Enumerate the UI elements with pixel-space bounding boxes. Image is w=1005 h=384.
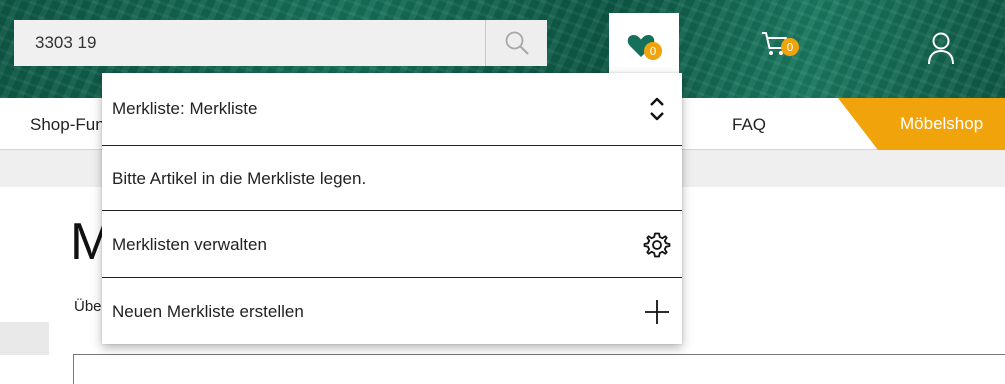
search-bar [14,20,547,66]
nav-item-shop-fun[interactable]: Shop-Fun [30,115,105,135]
wishlist-selector[interactable]: Merkliste: Merkliste [102,73,682,146]
user-icon [928,32,954,65]
manage-wishlists-label: Merklisten verwalten [112,234,267,254]
search-icon [505,31,529,55]
wishlist-dropdown: Merkliste: Merkliste Bitte Artikel in di… [102,73,682,344]
wishlist-empty-message: Bitte Artikel in die Merkliste legen. [102,147,682,211]
search-input[interactable] [14,20,485,66]
search-button[interactable] [486,20,547,66]
create-wishlist-link[interactable]: Neuen Merkliste erstellen [102,279,682,344]
wishlist-selector-label: Merkliste: Merkliste [112,99,258,118]
content-frame [73,354,1005,384]
wishlist-icon-wrap: 0 [626,31,662,61]
intro-text: Übe [74,298,102,315]
nav-item-moebelshop[interactable]: Möbelshop [838,98,1005,150]
moebelshop-label: Möbelshop [900,114,984,133]
empty-message-text: Bitte Artikel in die Merkliste legen. [112,168,367,188]
wishlist-count-badge: 0 [644,42,662,60]
cart-icon-wrap: 0 [760,30,799,60]
chevron-up-down-icon [650,97,664,121]
cart-count-badge: 0 [781,38,799,56]
plus-icon [645,299,669,324]
side-panel [0,322,49,355]
nav-item-faq[interactable]: FAQ [732,115,766,135]
account-button[interactable] [926,31,956,70]
cart-button[interactable]: 0 [760,30,799,60]
create-wishlist-label: Neuen Merkliste erstellen [112,301,304,321]
gear-icon [643,232,671,257]
manage-wishlists-link[interactable]: Merklisten verwalten [102,212,682,278]
